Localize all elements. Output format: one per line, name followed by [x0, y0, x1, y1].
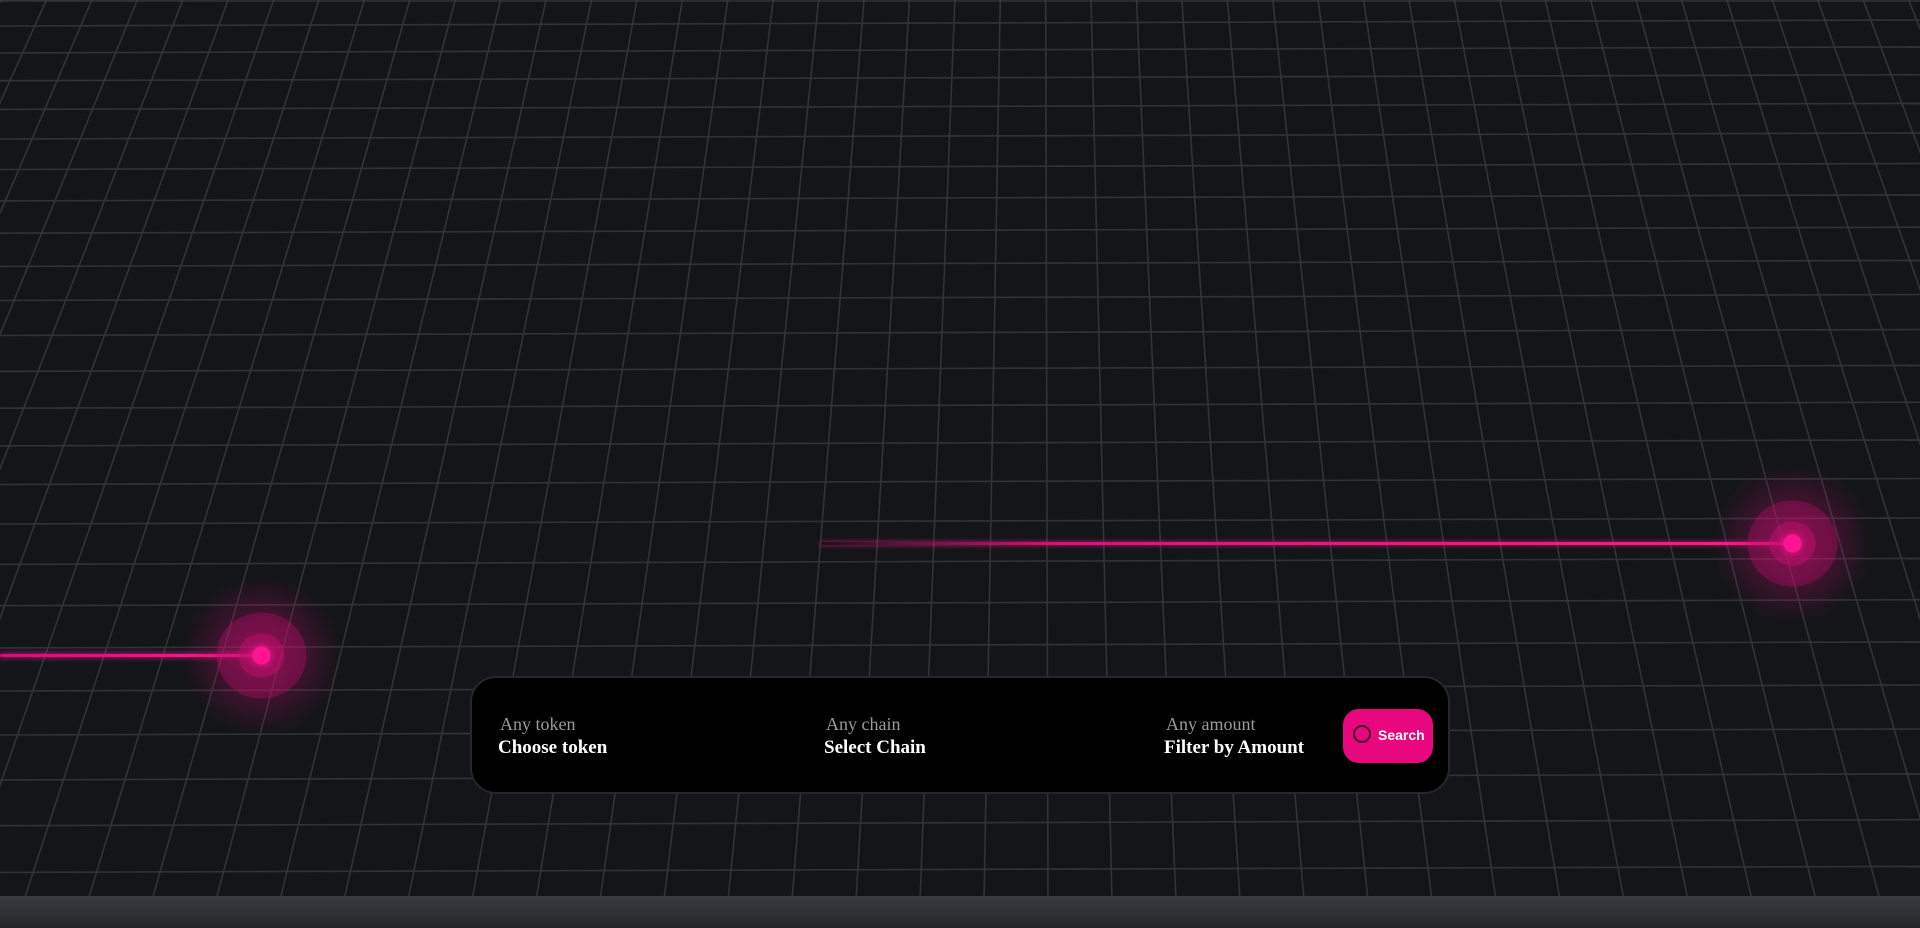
chain-selector[interactable]: Any chain Select Chain [824, 714, 926, 760]
page-stage: Any token Choose token Any chain Select … [0, 0, 1920, 928]
amount-filter[interactable]: Any amount Filter by Amount [1164, 714, 1304, 760]
token-selector[interactable]: Any token Choose token [498, 714, 607, 760]
chain-hint: Any chain [826, 714, 901, 734]
left-glow-node [181, 575, 341, 735]
token-value: Choose token [498, 737, 608, 758]
chain-value: Select Chain [824, 737, 926, 758]
right-glow-node [1712, 463, 1872, 623]
bottom-bar [0, 896, 1920, 928]
token-hint: Any token [500, 714, 576, 734]
amount-value: Filter by Amount [1164, 737, 1305, 758]
right-light-beam [820, 542, 1792, 545]
amount-hint: Any amount [1166, 714, 1256, 734]
search-button[interactable]: Search [1343, 709, 1433, 763]
search-icon [1353, 725, 1371, 743]
search-button-label: Search [1378, 727, 1425, 743]
search-panel: Any token Choose token Any chain Select … [470, 676, 1450, 794]
